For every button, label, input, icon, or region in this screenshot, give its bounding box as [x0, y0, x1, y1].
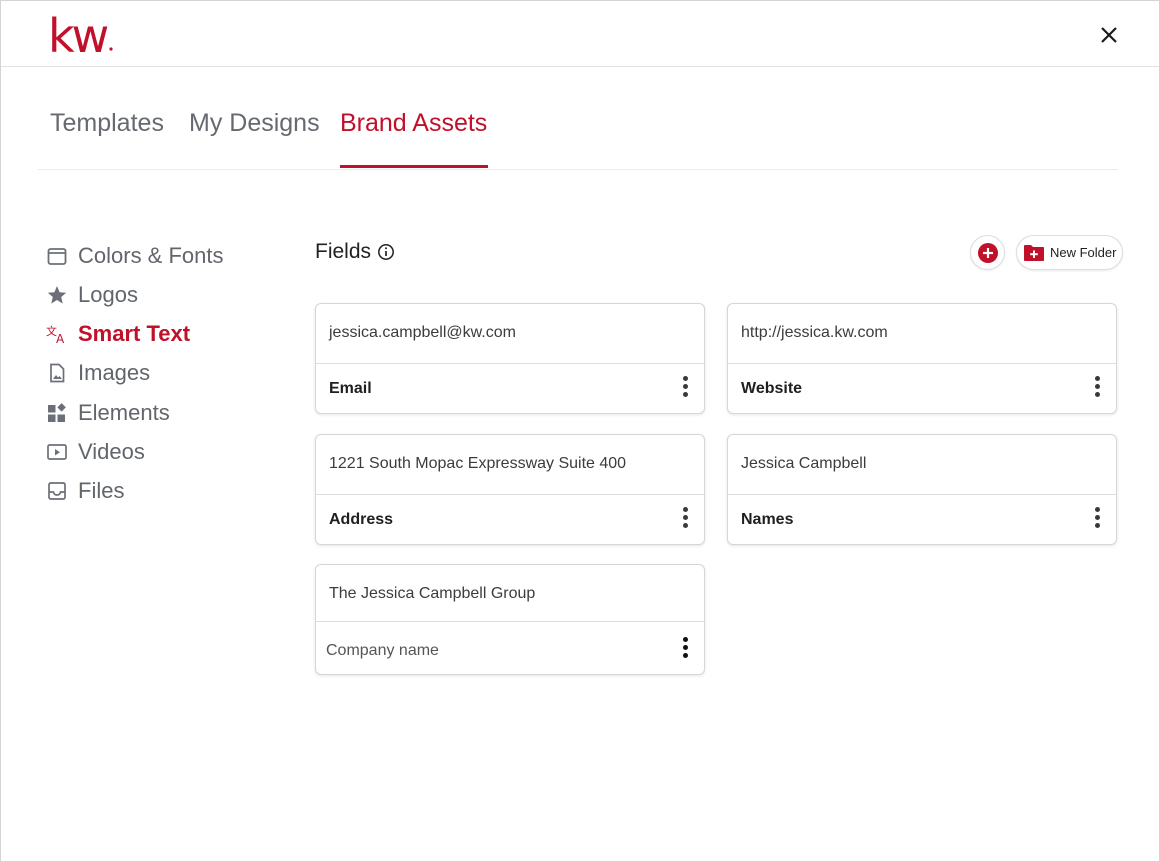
sidebar-item-videos[interactable]: Videos: [46, 436, 276, 468]
sidebar-item-label: Colors & Fonts: [78, 243, 224, 269]
sidebar-item-colors-fonts[interactable]: Colors & Fonts: [46, 240, 276, 272]
video-icon: [46, 441, 68, 463]
info-icon[interactable]: [377, 243, 395, 261]
smart-text-card-address[interactable]: 1221 South Mopac Expressway Suite 400 Ad…: [315, 434, 705, 545]
new-folder-button[interactable]: New Folder: [1016, 235, 1123, 270]
sidebar-item-label: Videos: [78, 439, 145, 465]
card-value: Jessica Campbell: [741, 455, 866, 473]
close-button[interactable]: [1095, 21, 1123, 49]
card-label: Email: [329, 380, 372, 398]
sidebar-item-label: Smart Text: [78, 321, 190, 347]
svg-text:A: A: [56, 332, 65, 345]
palette-card-icon: [46, 245, 68, 267]
main-tabs: Templates My Designs Brand Assets: [38, 101, 1118, 170]
card-value: The Jessica Campbell Group: [329, 585, 535, 603]
more-options-icon[interactable]: [680, 376, 690, 402]
close-icon: [1095, 21, 1123, 49]
card-divider: [728, 494, 1116, 495]
svg-text:kw: kw: [48, 9, 108, 55]
translate-icon: 文 A: [46, 323, 68, 345]
active-tab-indicator: [340, 165, 488, 168]
top-bar: kw: [1, 1, 1159, 67]
card-label: Website: [741, 380, 802, 398]
sidebar-item-elements[interactable]: Elements: [46, 397, 276, 429]
sidebar-item-images[interactable]: Images: [46, 357, 276, 389]
tab-my-designs[interactable]: My Designs: [189, 109, 320, 138]
sidebar-item-label: Files: [78, 478, 124, 504]
sidebar-item-logos[interactable]: Logos: [46, 279, 276, 311]
add-field-button[interactable]: [970, 235, 1005, 270]
card-value: jessica.campbell@kw.com: [329, 324, 516, 342]
widgets-icon: [46, 402, 68, 424]
page-title: Fields: [315, 240, 371, 264]
more-options-icon[interactable]: [680, 507, 690, 533]
card-divider: [316, 621, 704, 622]
sidebar-item-label: Images: [78, 360, 150, 386]
image-file-icon: [46, 362, 68, 384]
card-label: Address: [329, 511, 393, 529]
smart-text-card-names[interactable]: Jessica Campbell Names: [727, 434, 1117, 545]
inbox-icon: [46, 480, 68, 502]
sidebar-item-files[interactable]: Files: [46, 475, 276, 507]
fields-section-title: Fields: [315, 240, 395, 264]
new-folder-label: New Folder: [1050, 245, 1116, 260]
add-folder-icon: [1023, 244, 1045, 262]
card-label-input[interactable]: Company name: [326, 642, 439, 660]
star-icon: [46, 284, 68, 306]
tab-templates[interactable]: Templates: [50, 109, 164, 138]
card-value: 1221 South Mopac Expressway Suite 400: [329, 455, 626, 473]
sidebar-item-label: Elements: [78, 400, 170, 426]
card-label: Names: [741, 511, 793, 529]
smart-text-card-company-name[interactable]: The Jessica Campbell Group Company name: [315, 564, 705, 675]
sidebar-item-label: Logos: [78, 282, 138, 308]
more-options-icon[interactable]: [1092, 507, 1102, 533]
card-value: http://jessica.kw.com: [741, 324, 888, 342]
sidebar-item-smart-text[interactable]: 文 A Smart Text: [46, 318, 276, 350]
kw-logo: kw: [48, 9, 118, 55]
more-options-icon[interactable]: [680, 637, 690, 663]
smart-text-card-email[interactable]: jessica.campbell@kw.com Email: [315, 303, 705, 414]
card-divider: [316, 363, 704, 364]
tab-brand-assets[interactable]: Brand Assets: [340, 109, 487, 138]
card-divider: [728, 363, 1116, 364]
plus-circle-icon: [977, 242, 999, 264]
card-divider: [316, 494, 704, 495]
smart-text-card-website[interactable]: http://jessica.kw.com Website: [727, 303, 1117, 414]
more-options-icon[interactable]: [1092, 376, 1102, 402]
